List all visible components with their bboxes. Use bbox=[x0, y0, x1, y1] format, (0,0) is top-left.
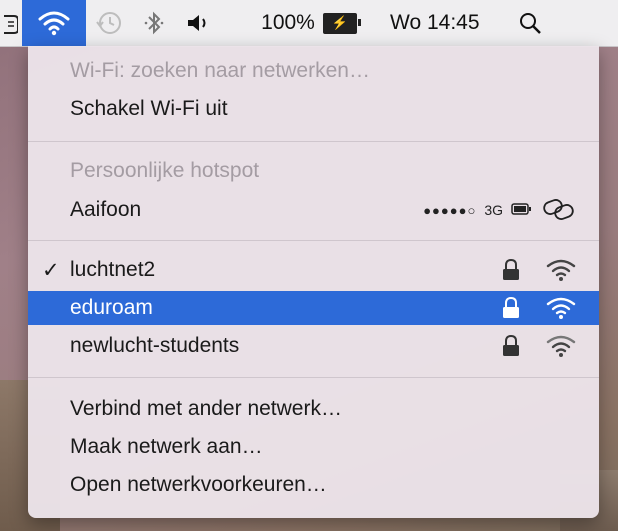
lock-icon bbox=[501, 296, 531, 320]
bluetooth-icon[interactable] bbox=[132, 0, 176, 46]
wifi-signal-icon bbox=[545, 334, 577, 358]
menu-bar: 100% ⚡ Wo 14:45 bbox=[0, 0, 618, 47]
wifi-status-text: Wi-Fi: zoeken naar netwerken… bbox=[70, 59, 370, 82]
checkmark-icon: ✓ bbox=[42, 258, 60, 282]
hotspot-header: Persoonlijke hotspot bbox=[28, 154, 599, 188]
battery-charging-bolt: ⚡ bbox=[331, 15, 348, 30]
network-type-label: 3G bbox=[484, 202, 503, 218]
script-icon[interactable] bbox=[0, 0, 22, 46]
menu-separator bbox=[28, 240, 599, 241]
battery-status[interactable]: 100% ⚡ bbox=[222, 0, 384, 46]
cellular-signal-dots: ●●●●●○ bbox=[423, 202, 477, 218]
wifi-status-label: Wi-Fi: zoeken naar netwerken… bbox=[28, 54, 599, 88]
open-network-preferences-label: Open netwerkvoorkeuren… bbox=[70, 473, 327, 496]
lock-icon bbox=[501, 334, 531, 358]
hotspot-header-label: Persoonlijke hotspot bbox=[70, 159, 260, 182]
network-item-luchtnet2[interactable]: ✓ luchtnet2 bbox=[28, 253, 599, 287]
network-name: newlucht-students bbox=[70, 334, 240, 357]
menu-separator bbox=[28, 141, 599, 142]
wifi-icon[interactable] bbox=[22, 0, 86, 46]
connect-other-network-label: Verbind met ander netwerk… bbox=[70, 397, 342, 420]
time-machine-icon[interactable] bbox=[86, 0, 132, 46]
create-network-item[interactable]: Maak netwerk aan… bbox=[28, 430, 599, 464]
wifi-signal-icon bbox=[545, 296, 577, 320]
menubar-clock[interactable]: Wo 14:45 bbox=[384, 0, 510, 46]
battery-percent: 100% bbox=[261, 11, 315, 34]
spotlight-search-icon[interactable] bbox=[510, 0, 550, 46]
hotspot-status: ●●●●●○ 3G bbox=[423, 197, 577, 224]
battery-icon: ⚡ bbox=[322, 12, 361, 34]
network-name: luchtnet2 bbox=[70, 258, 156, 281]
network-item-newlucht-students[interactable]: newlucht-students bbox=[28, 329, 599, 363]
wifi-signal-icon bbox=[545, 258, 577, 282]
lock-icon bbox=[501, 258, 531, 282]
battery-small-icon bbox=[511, 202, 533, 219]
create-network-label: Maak netwerk aan… bbox=[70, 435, 263, 458]
toggle-wifi-off-label: Schakel Wi-Fi uit bbox=[70, 97, 228, 120]
wifi-dropdown-menu: Wi-Fi: zoeken naar netwerken… Schakel Wi… bbox=[28, 46, 599, 518]
link-chain-icon bbox=[541, 197, 577, 224]
connect-other-network-item[interactable]: Verbind met ander netwerk… bbox=[28, 392, 599, 426]
volume-icon[interactable] bbox=[176, 0, 222, 46]
hotspot-name: Aaifoon bbox=[70, 198, 142, 221]
hotspot-item-aaifoon[interactable]: Aaifoon ●●●●●○ 3G bbox=[28, 193, 599, 227]
toggle-wifi-off-item[interactable]: Schakel Wi-Fi uit bbox=[28, 92, 599, 126]
menu-separator bbox=[28, 377, 599, 378]
open-network-preferences-item[interactable]: Open netwerkvoorkeuren… bbox=[28, 468, 599, 502]
network-name: eduroam bbox=[70, 296, 153, 319]
network-item-eduroam[interactable]: eduroam bbox=[28, 291, 599, 325]
